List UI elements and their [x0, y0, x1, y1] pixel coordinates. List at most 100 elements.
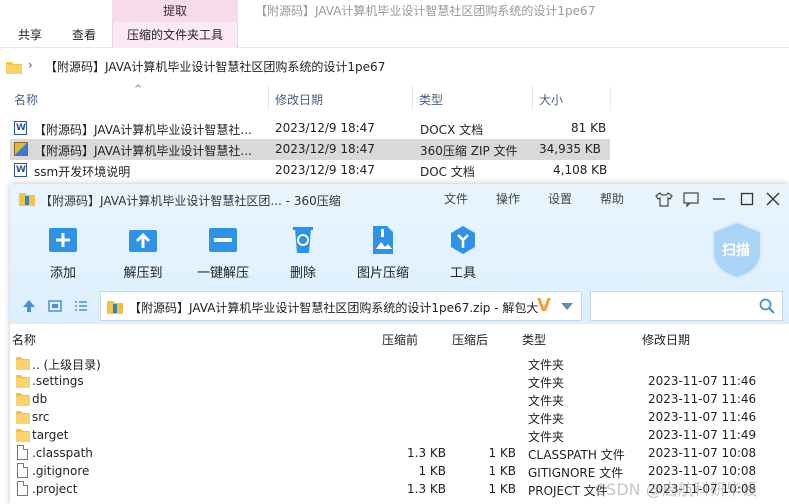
word-doc-icon	[14, 121, 27, 135]
col-name[interactable]: 名称	[14, 91, 38, 108]
zip-file-row[interactable]: db 文件夹 2023-11-07 11:46	[10, 390, 789, 408]
zip-col-name[interactable]: 名称	[12, 331, 36, 348]
add-button[interactable]: 添加	[28, 224, 98, 282]
zip-row-before: 1 KB	[418, 464, 446, 478]
zip-path-bar[interactable]: 【附源码】JAVA计算机毕业设计智慧社区团购系统的设计1pe67.zip - 解…	[100, 291, 582, 321]
menu-operate[interactable]: 操作	[496, 190, 520, 207]
explorer-address-bar[interactable]: › 【附源码】JAVA计算机毕业设计智慧社区团购系统的设计1pe67	[0, 55, 789, 79]
zip-file-row[interactable]: .settings 文件夹 2023-11-07 11:46	[10, 372, 789, 390]
zip-col-type[interactable]: 类型	[522, 331, 546, 348]
thumbnail-view-icon[interactable]	[48, 299, 62, 313]
file-name: 【附源码】JAVA计算机毕业设计智慧社...	[34, 144, 252, 158]
zip-file-row[interactable]: .classpath 1.3 KB 1 KB CLASSPATH 文件 2023-11-…	[10, 444, 789, 462]
file-icon	[17, 463, 28, 478]
zip-search-input[interactable]	[590, 291, 783, 321]
zip-row-modified: 2023-11-07 11:49	[648, 428, 757, 442]
zip-file-row[interactable]: .. (上级目录) 文件夹	[10, 354, 789, 372]
menu-help[interactable]: 帮助	[600, 190, 624, 207]
extract-context-tab[interactable]: 提取	[112, 0, 238, 22]
image-compress-button[interactable]: 图片压缩	[348, 224, 418, 282]
zip-header-area: 【附源码】JAVA计算机毕业设计智慧社区团... - 360压缩 文件 操作 设…	[10, 184, 789, 324]
file-size: 34,935 KB	[539, 142, 601, 156]
file-row-selected[interactable]: 【附源码】JAVA计算机毕业设计智慧社... 2023/12/9 18:47 3…	[10, 139, 610, 160]
skin-shirt-icon[interactable]	[655, 190, 673, 208]
zip-row-after: 1 KB	[488, 464, 516, 478]
zip-col-modified[interactable]: 修改日期	[642, 331, 690, 348]
breadcrumb-path[interactable]: 【附源码】JAVA计算机毕业设计智慧社区团购系统的设计1pe67	[45, 58, 385, 75]
zip-row-name: src	[32, 410, 50, 424]
zip-row-before: 1.3 KB	[407, 482, 446, 496]
zip-row-name: .classpath	[32, 446, 93, 460]
minimize-icon[interactable]	[710, 190, 728, 208]
menu-settings[interactable]: 设置	[548, 190, 572, 207]
image-compress-label: 图片压缩	[356, 266, 409, 281]
one-click-extract-icon	[209, 228, 237, 252]
extract-to-button[interactable]: 解压到	[108, 224, 178, 282]
folder-icon	[16, 357, 30, 370]
zip-column-header: 名称 压缩前 压缩后 类型 修改日期	[10, 328, 789, 350]
file-icon	[17, 445, 28, 460]
file-modified: 2023/12/9 18:47	[275, 121, 375, 135]
file-type: DOC 文档	[420, 165, 475, 179]
folder-icon	[6, 62, 22, 74]
zip-folder-icon	[107, 301, 123, 314]
zip-row-type: 文件夹	[528, 376, 565, 390]
folder-icon	[16, 429, 30, 442]
file-modified: 2023/12/9 18:47	[275, 163, 375, 177]
zip-row-type: 文件夹	[528, 358, 565, 372]
zip-row-before: 1.3 KB	[407, 446, 446, 460]
menu-file[interactable]: 文件	[444, 190, 468, 207]
zip-col-after[interactable]: 压缩后	[452, 331, 488, 348]
delete-button[interactable]: 删除	[268, 224, 338, 282]
zip-row-type: 文件夹	[528, 430, 565, 444]
file-row[interactable]: 【附源码】JAVA计算机毕业设计智慧社... 2023/12/9 18:47 D…	[10, 118, 610, 139]
path-dropdown-icon[interactable]	[561, 303, 573, 310]
list-view-icon[interactable]	[74, 299, 88, 313]
zip-row-name: .project	[32, 482, 78, 496]
zip-row-modified: 2023-11-07 11:46	[648, 410, 757, 424]
tools-label: 工具	[449, 266, 476, 281]
tools-icon	[451, 226, 475, 254]
breadcrumb-chevron-icon[interactable]: ›	[28, 58, 33, 72]
zip-col-before[interactable]: 压缩前	[382, 331, 418, 348]
up-arrow-icon[interactable]	[22, 299, 36, 313]
image-compress-icon	[373, 226, 393, 254]
zip-app-icon	[19, 193, 35, 206]
scan-label: 扫描	[722, 243, 750, 259]
add-label: 添加	[49, 266, 76, 281]
zip-row-modified: 2023-11-07 10:08	[648, 446, 757, 460]
word-doc-icon	[14, 163, 27, 177]
col-modified[interactable]: 修改日期	[275, 91, 323, 108]
zip-titlebar: 【附源码】JAVA计算机毕业设计智慧社区团... - 360压缩 文件 操作 设…	[10, 184, 789, 214]
col-size[interactable]: 大小	[539, 91, 563, 108]
tools-button[interactable]: 工具	[428, 224, 498, 282]
tab-view[interactable]: 查看	[62, 22, 106, 48]
file-row[interactable]: ssm开发环境说明 2023/12/9 18:47 DOC 文档 4,108 K…	[10, 160, 610, 181]
file-size: 81 KB	[571, 121, 607, 135]
zip-row-name: .. (上级目录)	[32, 358, 101, 372]
zip-file-row[interactable]: target 文件夹 2023-11-07 11:49	[10, 426, 789, 444]
message-icon[interactable]	[682, 190, 700, 208]
zip-window-title: 【附源码】JAVA计算机毕业设计智慧社区团... - 360压缩	[40, 194, 341, 208]
file-type: DOCX 文档	[420, 123, 484, 137]
folder-icon	[16, 411, 30, 424]
vip-badge-icon[interactable]: V	[537, 295, 551, 316]
maximize-icon[interactable]	[738, 190, 756, 208]
tab-share[interactable]: 共享	[8, 22, 52, 48]
tab-compressed-folder-tools[interactable]: 压缩的文件夹工具	[112, 22, 238, 48]
one-click-extract-label: 一键解压	[196, 266, 249, 281]
zip-file-row[interactable]: src 文件夹 2023-11-07 11:46	[10, 408, 789, 426]
one-click-extract-button[interactable]: 一键解压	[188, 224, 258, 282]
explorer-ribbon-top: 提取 【附源码】JAVA计算机毕业设计智慧社区团购系统的设计1pe67	[0, 0, 789, 22]
csdn-watermark: CSDN @启航科研毕设	[595, 480, 758, 499]
scan-shield-badge[interactable]: 扫描	[710, 220, 764, 280]
col-type[interactable]: 类型	[419, 91, 443, 108]
zip-row-name: target	[32, 428, 69, 442]
close-icon[interactable]	[764, 190, 782, 208]
search-icon[interactable]	[759, 298, 775, 314]
extract-to-label: 解压到	[123, 266, 163, 281]
file-icon	[17, 481, 28, 496]
file-type: 360压缩 ZIP 文件	[420, 144, 518, 158]
zip-row-modified: 2023-11-07 11:46	[648, 392, 757, 406]
zip-row-type: 文件夹	[528, 394, 565, 408]
